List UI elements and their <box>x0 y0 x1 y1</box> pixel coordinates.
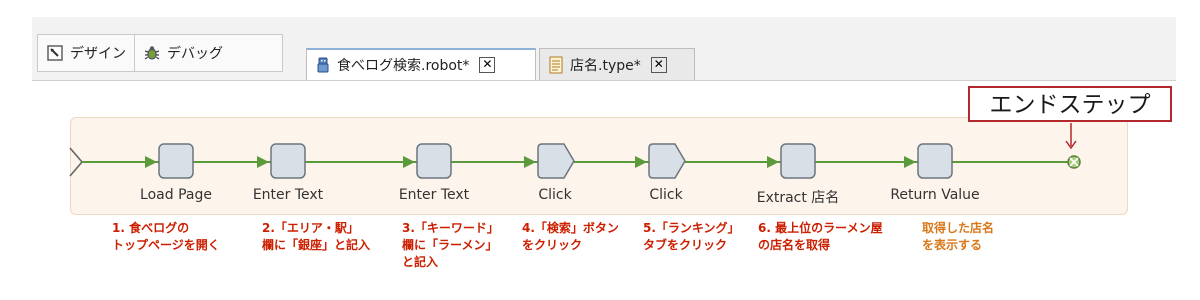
step-node[interactable] <box>780 143 816 179</box>
annotation-line: 6. 最上位のラーメン屋 <box>758 221 883 235</box>
annotation-line: 3.「キーワード」 <box>402 221 499 235</box>
annotation-line: 欄に「銀座」と記入 <box>262 238 371 252</box>
annotation-line: 5.「ランキング」 <box>643 221 740 235</box>
step-annotation: 6. 最上位のラーメン屋 の店名を取得 <box>758 220 883 254</box>
step-label: Click <box>538 187 572 203</box>
annotation-line: 2.「エリア・駅」 <box>262 221 359 235</box>
annotation-line: 4.「検索」ボタン <box>522 221 619 235</box>
step-label: Enter Text <box>398 187 470 203</box>
step-node[interactable] <box>270 143 306 179</box>
flow-arrowhead <box>403 156 415 168</box>
step-annotation: 3.「キーワード」 欄に「ラーメン」 と記入 <box>402 220 499 271</box>
flow-diagram <box>69 123 1081 179</box>
step-label: Extract 店名 <box>756 190 840 206</box>
step-annotation: 2.「エリア・駅」 欄に「銀座」と記入 <box>262 220 370 254</box>
step-node[interactable] <box>537 143 575 179</box>
step-annotation: 取得した店名 を表示する <box>922 220 994 254</box>
annotation-line: 欄に「ラーメン」 <box>402 238 498 252</box>
flow-arrowhead <box>257 156 269 168</box>
flow-arrowhead <box>904 156 916 168</box>
step-label: Load Page <box>140 187 212 203</box>
annotation-line: をクリック <box>522 238 583 252</box>
step-label: Enter Text <box>252 187 324 203</box>
end-step-callout: エンドステップ <box>968 86 1172 122</box>
flow-arrowhead <box>635 156 647 168</box>
annotation-line: を表示する <box>922 238 983 252</box>
annotation-line: トップページを開く <box>112 238 220 252</box>
step-annotation: 1. 食べログのトップページを開く <box>112 220 220 254</box>
start-handle[interactable] <box>69 147 84 177</box>
flow-arrowhead <box>524 156 536 168</box>
step-annotation: 4.「検索」ボタン をクリック <box>522 220 619 254</box>
flow-arrowhead <box>145 156 157 168</box>
step-label: Click <box>649 187 683 203</box>
annotation-line: タブをクリック <box>643 238 728 252</box>
annotation-line: の店名を取得 <box>758 238 831 252</box>
annotation-line: 1. 食べログの <box>112 221 190 235</box>
step-label: Return Value <box>890 187 980 203</box>
annotation-line: 取得した店名 <box>922 221 995 235</box>
flow-arrowhead <box>767 156 779 168</box>
annotation-line: と記入 <box>402 255 439 269</box>
step-node[interactable] <box>416 143 452 179</box>
step-node[interactable] <box>648 143 686 179</box>
step-annotation: 5.「ランキング」 タブをクリック <box>643 220 740 254</box>
step-node[interactable] <box>158 143 194 179</box>
step-node[interactable] <box>917 143 953 179</box>
